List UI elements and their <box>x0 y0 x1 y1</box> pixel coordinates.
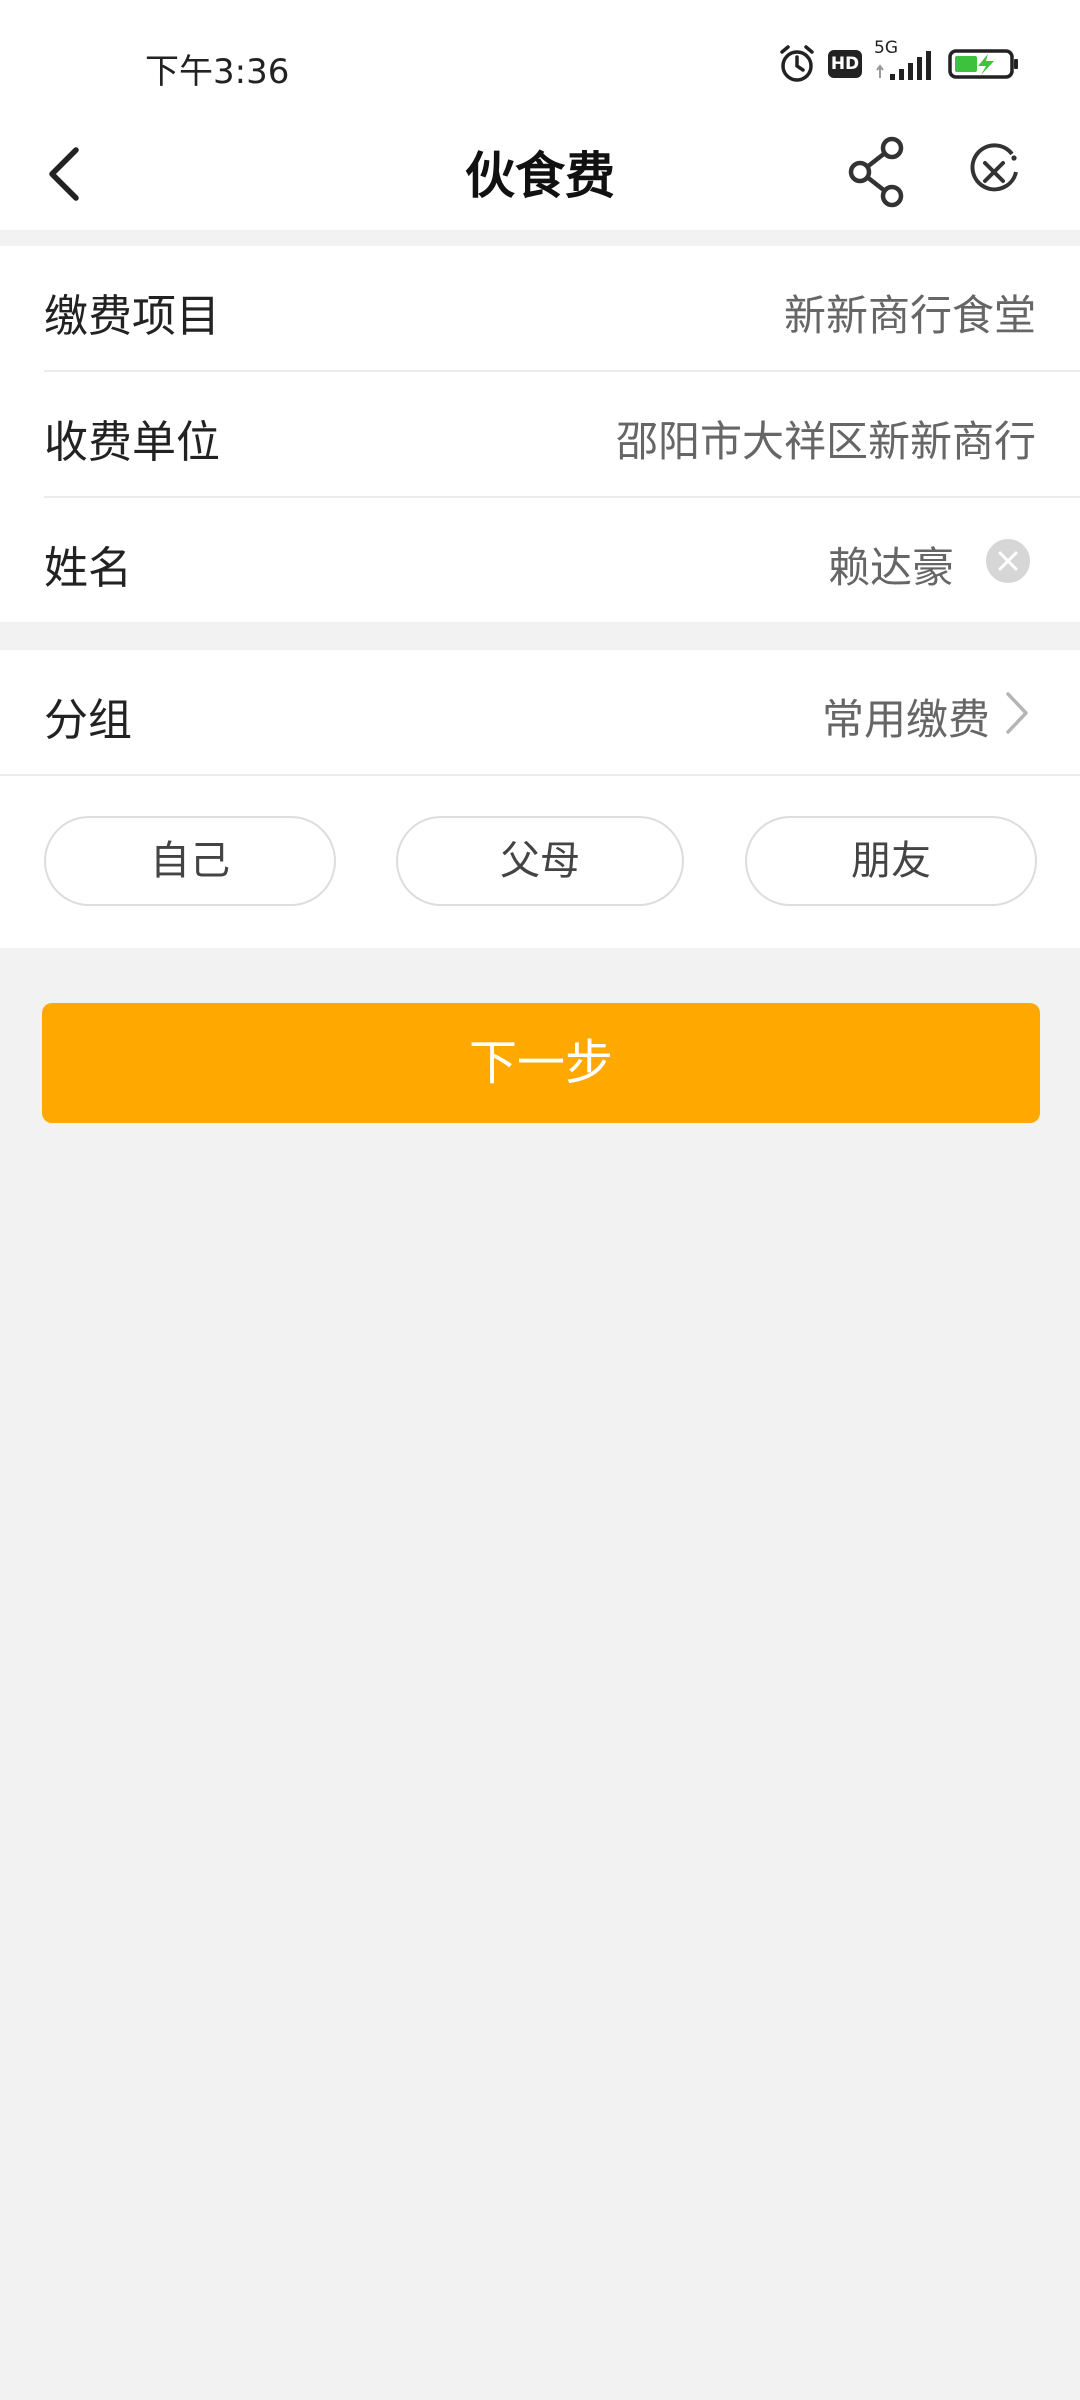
close-circle-icon[interactable] <box>966 140 1022 204</box>
payment-item-label: 缴费项目 <box>44 291 220 342</box>
share-icon[interactable] <box>848 134 910 210</box>
row-payment-item[interactable]: 缴费项目 新新商行食堂 <box>0 246 1080 370</box>
group-value: 常用缴费 <box>821 695 990 744</box>
row-name[interactable]: 姓名 赖达豪 <box>0 498 1080 622</box>
group-label: 分组 <box>44 695 132 746</box>
alarm-icon <box>780 45 814 82</box>
signal-icon: 5G <box>874 38 936 84</box>
name-value[interactable]: 赖达豪 <box>828 534 954 595</box>
payee-value: 邵阳市大祥区新新商行 <box>615 417 1036 466</box>
chip-friends[interactable]: 朋友 <box>745 816 1037 906</box>
row-payee[interactable]: 收费单位 邵阳市大祥区新新商行 <box>0 372 1080 496</box>
divider <box>0 774 1080 776</box>
clear-icon[interactable] <box>986 539 1030 583</box>
page-title: 伙食费 <box>465 147 615 205</box>
hd-icon: HD <box>828 50 862 78</box>
payee-label: 收费单位 <box>44 417 220 468</box>
payment-item-value: 新新商行食堂 <box>783 291 1036 340</box>
info-section: 缴费项目 新新商行食堂 收费单位 邵阳市大祥区新新商行 姓名 赖达豪 <box>0 246 1080 622</box>
name-label: 姓名 <box>44 543 132 594</box>
row-group[interactable]: 分组 常用缴费 <box>0 650 1080 774</box>
next-button[interactable]: 下一步 <box>42 1003 1040 1123</box>
chip-self[interactable]: 自己 <box>44 816 336 906</box>
nav-bar: 伙食费 <box>0 120 1080 230</box>
status-icons: HD 5G <box>778 38 1020 84</box>
chip-parents[interactable]: 父母 <box>396 816 684 906</box>
status-time: 下午3:36 <box>145 52 290 92</box>
battery-charging-icon <box>948 49 1018 79</box>
chevron-right-icon <box>1006 692 1028 734</box>
status-bar: 下午3:36 HD 5G <box>0 0 1080 120</box>
